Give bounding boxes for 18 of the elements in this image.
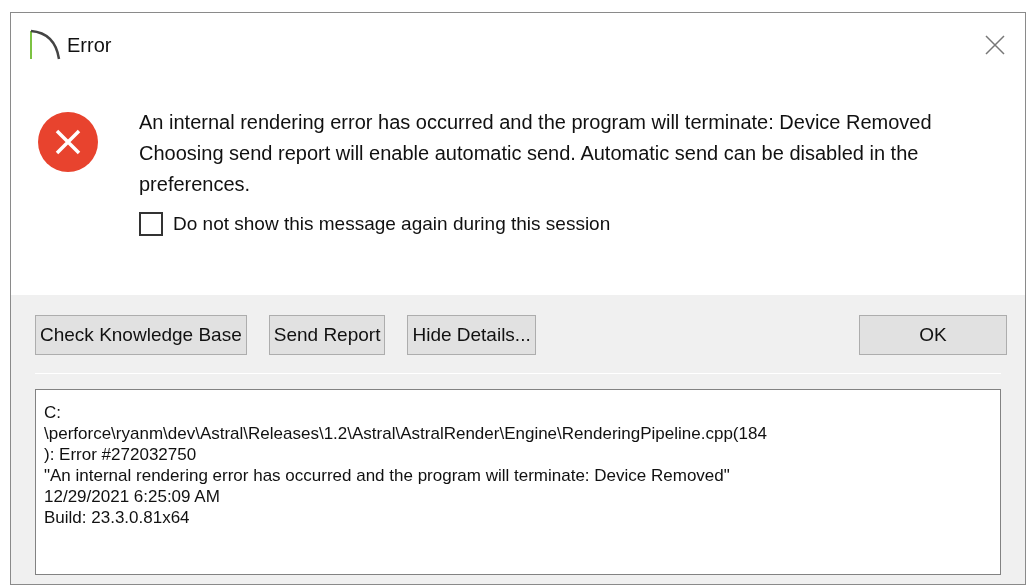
details-line: "An internal rendering error has occurred and the program will terminate: Device Removed" <box>44 465 731 486</box>
dialog-button[interactable]: Hide Details... <box>407 315 536 355</box>
arc-logo-icon <box>29 29 61 61</box>
close-icon[interactable] <box>985 35 1005 55</box>
details-line: 12/29/2021 6:25:09 AM <box>44 486 221 507</box>
dialog-button[interactable]: Send Report <box>268 315 386 355</box>
details-line: ): Error #272032750 <box>44 444 198 465</box>
window-title: Error <box>67 33 112 58</box>
error-message: Choosing send report will enable automatic send. Automatic send can be disabled in the preferences. <box>139 141 920 197</box>
checkbox-label: Do not show this message again during this session <box>173 212 611 236</box>
checkbox[interactable] <box>139 212 163 237</box>
error-message: An internal rendering error has occurred and the program will terminate: Device Removed <box>139 110 933 135</box>
dialog-button[interactable]: Check Knowledge Base <box>35 315 247 355</box>
dialog-button[interactable]: OK <box>859 315 1007 355</box>
error-icon <box>37 111 99 173</box>
details-line: \perforce\ryanm\dev\Astral\Releases\1.2\Astral\AstralRender\Engine\RenderingPipeline.cpp(184 <box>44 423 768 444</box>
details-line: Build: 23.3.0.81x64 <box>44 507 191 528</box>
details-line: C: <box>44 402 62 423</box>
